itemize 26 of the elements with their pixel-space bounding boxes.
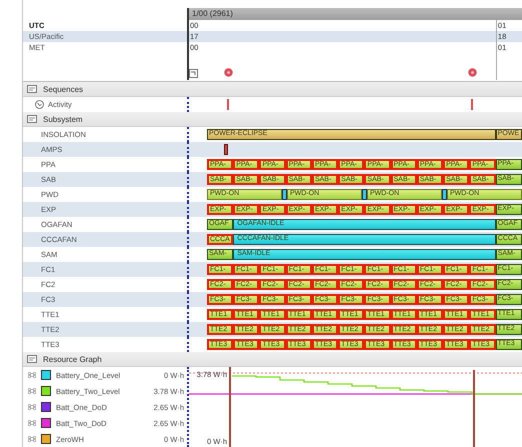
color-swatch[interactable] — [41, 434, 51, 444]
handle-icon[interactable] — [28, 403, 36, 411]
panel-icon — [27, 355, 37, 363]
handle-icon[interactable] — [28, 419, 36, 427]
color-swatch[interactable] — [41, 370, 51, 380]
time-range-bar: 1/00 (2961) — [187, 8, 522, 20]
handle-icon[interactable] — [28, 435, 36, 443]
color-swatch[interactable] — [41, 418, 51, 428]
activity-tick — [227, 99, 229, 110]
activity-tick — [471, 99, 473, 110]
frame-icon[interactable] — [189, 69, 198, 78]
handle-icon[interactable] — [28, 371, 36, 379]
panel-icon — [27, 85, 37, 93]
panel-icon — [27, 115, 37, 123]
group-title: Sequences — [43, 84, 84, 94]
group-title: Subsystem — [43, 114, 83, 124]
marker-icon[interactable] — [224, 68, 233, 77]
handle-icon[interactable] — [28, 387, 36, 395]
marker-icon[interactable] — [468, 68, 477, 77]
color-swatch[interactable] — [41, 386, 51, 396]
group-header[interactable]: Resource Graph — [23, 352, 522, 367]
group-title: Resource Graph — [43, 354, 102, 364]
circle-arrow-icon — [35, 100, 44, 109]
color-swatch[interactable] — [41, 402, 51, 412]
group-header[interactable]: Subsystem — [23, 112, 522, 127]
group-header[interactable]: Sequences — [23, 82, 522, 97]
